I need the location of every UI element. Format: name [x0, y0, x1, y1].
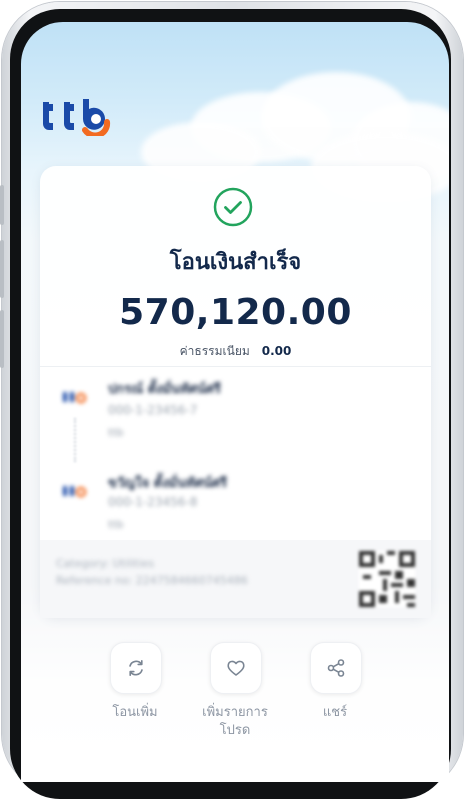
share-label: แชร์ — [322, 705, 348, 720]
add-favorite-label: เพิ่มรายการ โปรด — [202, 705, 268, 738]
fee-row: ค่าธรรมเนียม 0.00 — [40, 342, 431, 361]
share-icon — [327, 659, 345, 677]
divider — [40, 366, 431, 367]
fee-label: ค่าธรรมเนียม — [179, 344, 250, 358]
heart-icon — [227, 660, 245, 676]
bank-logo-icon — [63, 486, 87, 498]
category-text: Category: Utilities — [56, 557, 155, 570]
bank-logo-icon — [63, 392, 87, 404]
fee-value: 0.00 — [261, 344, 292, 358]
from-account-bank: ttb — [108, 426, 124, 439]
refresh-icon — [129, 660, 143, 676]
add-favorite-button[interactable] — [210, 642, 262, 694]
status-title: โอนเงินสำเร็จ — [169, 250, 302, 275]
phone-side-button — [0, 185, 4, 225]
phone-side-button — [0, 310, 4, 368]
from-account-name: ปกรณ์ ตั้งมั่นทัศน์ศรี — [108, 382, 221, 397]
from-account-number: 000-1-23456-7 — [108, 403, 198, 417]
to-account-number: 000-1-23456-8 — [108, 495, 198, 509]
share-button[interactable] — [310, 642, 362, 694]
to-account-bank: ttb — [108, 518, 124, 531]
transfer-connector — [74, 418, 78, 462]
transfer-amount: 570,120.00 — [119, 292, 352, 333]
phone-side-button — [0, 240, 4, 298]
ttb-logo — [43, 99, 111, 136]
reference-text: Reference no: 2247584660745486 — [56, 574, 248, 587]
success-check-icon — [213, 187, 253, 227]
to-account-name: ขวัญใจ ตั้งมั่นทัศน์ศรี — [108, 476, 227, 491]
transfer-again-label: โอนเพิ่ม — [112, 705, 158, 720]
qr-code-icon — [359, 551, 415, 607]
transfer-again-button[interactable] — [110, 642, 162, 694]
